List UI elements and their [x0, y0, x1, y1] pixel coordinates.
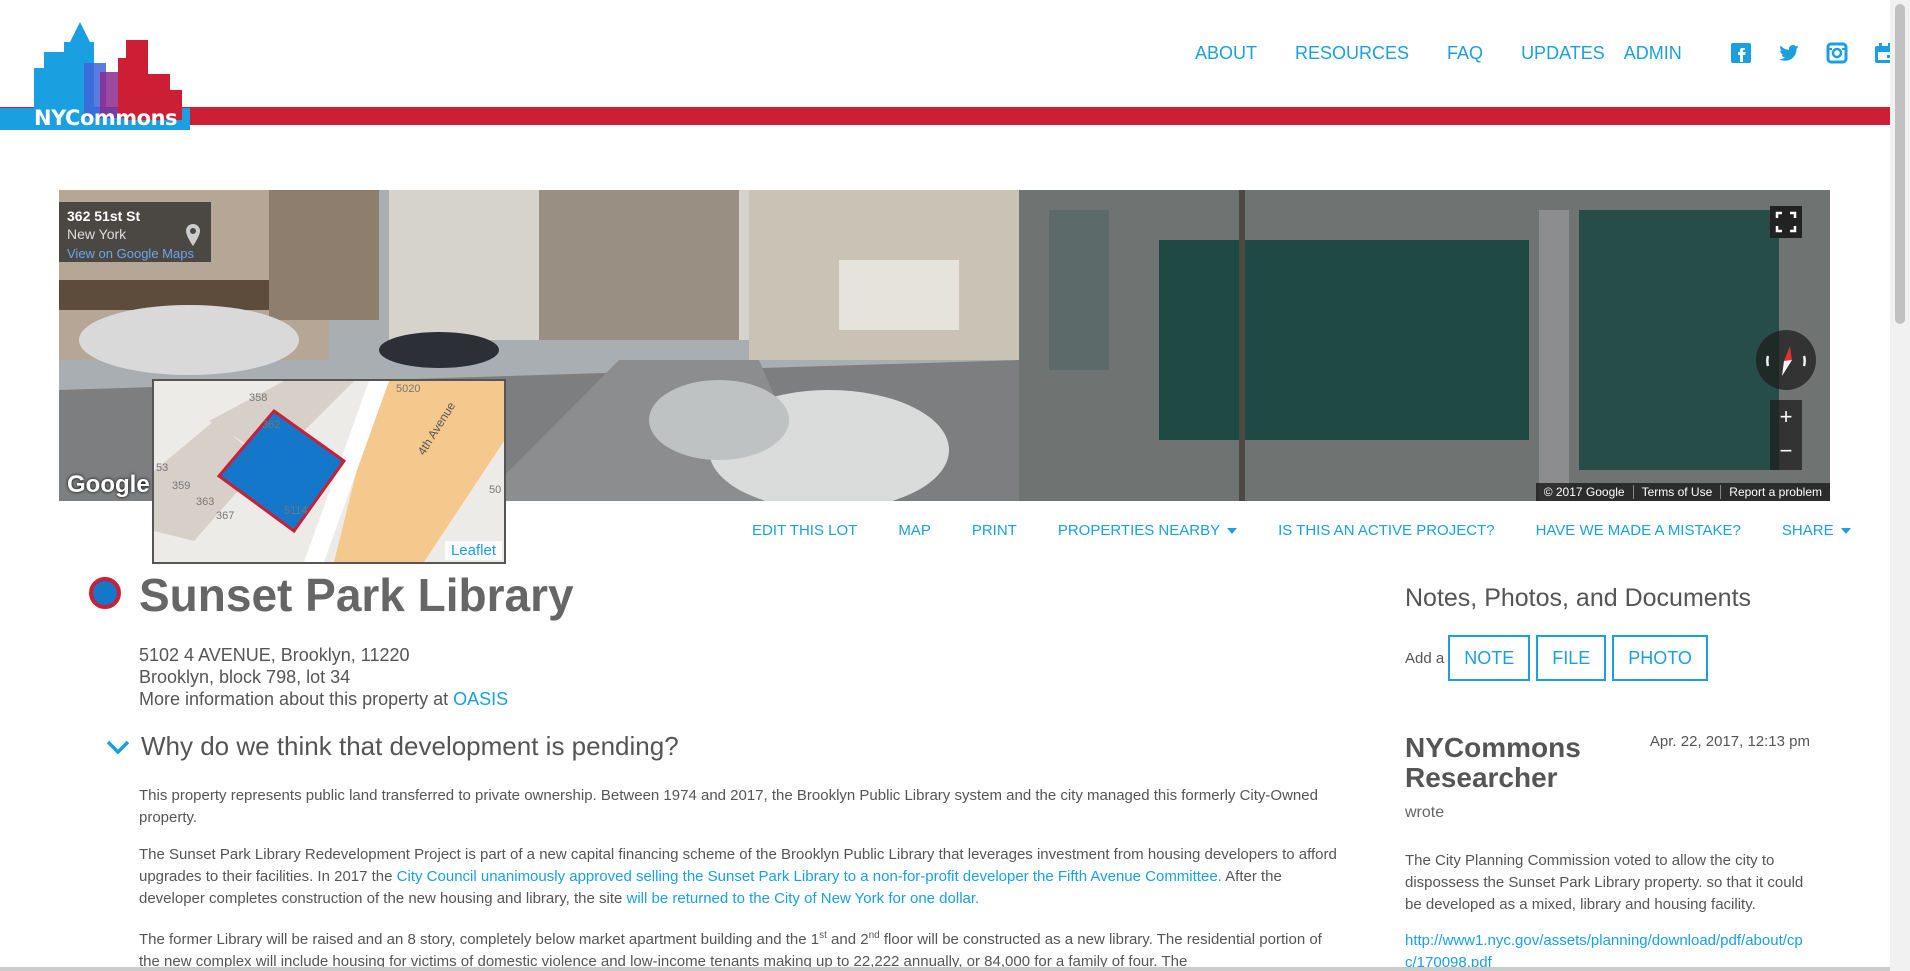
nav-resources[interactable]: RESOURCES — [1295, 43, 1409, 64]
google-logo: Google — [67, 471, 150, 498]
properties-nearby-dropdown[interactable]: PROPERTIES NEARBY — [1058, 522, 1238, 539]
nav-about[interactable]: ABOUT — [1195, 43, 1257, 64]
fullscreen-icon[interactable] — [1770, 206, 1802, 238]
add-note-button[interactable]: NOTE — [1448, 635, 1531, 681]
note-author: NYCommons Researcher wrote — [1405, 732, 1581, 822]
one-dollar-link[interactable]: will be returned to the City of New York… — [627, 890, 980, 907]
lot-label-362: 362 — [262, 419, 280, 431]
lot-status-dot — [89, 577, 121, 609]
active-project-link[interactable]: IS THIS AN ACTIVE PROJECT? — [1278, 522, 1494, 539]
add-a-label: Add a — [1405, 649, 1445, 667]
lot-label-358: 358 — [249, 392, 267, 404]
print-link[interactable]: PRINT — [972, 522, 1017, 539]
site-header: NYCommons ABOUT RESOURCES FAQ UPDATES AD… — [0, 0, 1895, 130]
note-entry: NYCommons Researcher wrote Apr. 22, 2017… — [1405, 733, 1810, 971]
caret-down-icon — [1227, 527, 1238, 534]
property-address-block: 5102 4 AVENUE, Brooklyn, 11220 Brooklyn,… — [139, 644, 508, 710]
chevron-down-icon — [106, 740, 130, 754]
header-red-bar — [0, 107, 1890, 125]
page-scrollbar[interactable] — [1890, 0, 1910, 971]
nav-admin[interactable]: ADMIN — [1624, 43, 1682, 64]
made-mistake-link[interactable]: HAVE WE MADE A MISTAKE? — [1536, 522, 1741, 539]
street-view-address-card: 362 51st St New York View on Google Maps — [59, 202, 211, 262]
lot-label-5020: 5020 — [396, 383, 420, 395]
map-link[interactable]: MAP — [898, 522, 931, 539]
leaflet-attribution[interactable]: Leaflet — [444, 541, 502, 560]
zoom-out-button[interactable]: − — [1770, 434, 1802, 468]
note-link[interactable]: http://www1.nyc.gov/assets/planning/down… — [1405, 930, 1810, 971]
lot-label-363: 363 — [196, 496, 214, 508]
paragraph-3: The former Library will be raised and an… — [139, 930, 1322, 970]
oasis-link[interactable]: OASIS — [453, 689, 508, 709]
share-dropdown[interactable]: SHARE — [1782, 522, 1851, 539]
nav-faq[interactable]: FAQ — [1447, 43, 1483, 64]
property-address: 5102 4 AVENUE, Brooklyn, 11220 — [139, 645, 410, 665]
property-block-lot: Brooklyn, block 798, lot 34 — [139, 667, 351, 687]
report-problem-link[interactable]: Report a problem — [1720, 485, 1830, 499]
more-info-line: More information about this property at … — [139, 689, 509, 709]
instagram-icon[interactable] — [1826, 42, 1848, 64]
street-view-zoom-control: + − — [1770, 400, 1802, 470]
council-approval-link[interactable]: City Council unanimously approved sellin… — [397, 868, 1222, 885]
lot-label-359: 359 — [172, 480, 190, 492]
note-body: The City Planning Commission voted to al… — [1405, 852, 1804, 913]
lot-action-bar: EDIT THIS LOT MAP PRINT PROPERTIES NEARB… — [752, 522, 1892, 539]
edit-lot-link[interactable]: EDIT THIS LOT — [752, 522, 857, 539]
add-photo-button[interactable]: PHOTO — [1612, 635, 1708, 681]
caret-down-icon — [1840, 527, 1851, 534]
lot-map-drawing: 358 362 5020 4th Avenue 53 359 363 367 5… — [154, 381, 504, 562]
terms-of-use-link[interactable]: Terms of Use — [1632, 485, 1721, 499]
street-view-address: 362 51st St — [67, 208, 141, 224]
zoom-in-button[interactable]: + — [1770, 400, 1802, 434]
nav-updates[interactable]: UPDATES — [1521, 43, 1605, 64]
copyright-google: © 2017 Google — [1543, 485, 1625, 499]
notes-sidebar: Notes, Photos, and Documents Add a NOTE … — [1405, 584, 1810, 971]
street-view-attribution: © 2017 Google Terms of Use Report a prob… — [1535, 483, 1830, 501]
bottom-border — [0, 967, 1890, 971]
twitter-icon[interactable] — [1778, 42, 1800, 64]
logo-text: NYCommons — [34, 106, 178, 130]
compass-icon[interactable] — [1756, 330, 1816, 390]
view-on-google-maps-link[interactable]: View on Google Maps — [67, 246, 203, 261]
why-pending-body: This property represents public land tra… — [139, 785, 1339, 971]
street-view-city: New York — [67, 226, 127, 242]
lot-label-53: 53 — [156, 462, 168, 474]
top-nav: ABOUT RESOURCES FAQ UPDATES ADMIN — [1195, 38, 1895, 68]
paragraph-2: The Sunset Park Library Redevelopment Pr… — [139, 846, 1337, 907]
why-pending-heading: Why do we think that development is pend… — [141, 731, 679, 761]
add-row: Add a NOTE FILE PHOTO — [1405, 635, 1810, 681]
facebook-icon[interactable] — [1730, 42, 1752, 64]
lot-label-5114: 5114 — [284, 505, 308, 517]
paragraph-1: This property represents public land tra… — [139, 787, 1318, 826]
scrollbar-thumb[interactable] — [1895, 4, 1905, 324]
note-date: Apr. 22, 2017, 12:13 pm — [1649, 733, 1810, 750]
lot-label-367: 367 — [216, 510, 234, 522]
lot-label-50: 50 — [489, 484, 501, 496]
page-title: Sunset Park Library — [139, 569, 574, 621]
why-pending-toggle[interactable]: Why do we think that development is pend… — [105, 731, 679, 762]
notes-heading: Notes, Photos, and Documents — [1405, 584, 1752, 612]
map-pin-icon[interactable] — [185, 224, 201, 246]
add-file-button[interactable]: FILE — [1536, 635, 1607, 681]
lot-minimap[interactable]: 358 362 5020 4th Avenue 53 359 363 367 5… — [152, 379, 506, 564]
